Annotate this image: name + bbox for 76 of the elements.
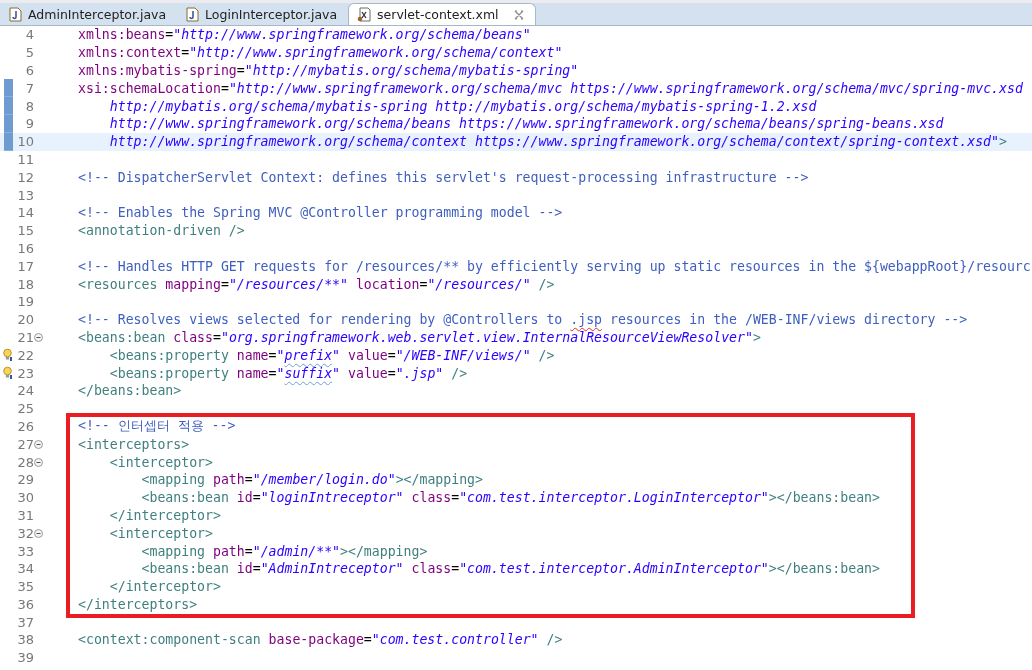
line-number: 36 (16, 596, 34, 612)
code-line: <interceptor> (108, 454, 213, 470)
code-line: xmlns:mybatis-spring="http://mybatis.org/schema/mybatis-spring" (78, 63, 579, 78)
line-number: 38 (16, 632, 34, 648)
java-file-icon (186, 7, 200, 22)
line-number: 17 (16, 258, 34, 274)
code-line: <!-- Resolves views selected for rendering by @Controllers to .jsp resources in the /WEB-INF/views directory --> (78, 312, 968, 328)
line-number: 10 (16, 134, 34, 150)
collapse-icon[interactable] (34, 528, 43, 538)
line-number: 14 (16, 205, 34, 221)
line-number: 6 (24, 63, 34, 78)
editor-tab[interactable]: LoginInterceptor.java (177, 3, 349, 25)
line-number: 39 (16, 650, 34, 666)
line-number: 20 (16, 312, 34, 328)
java-file-icon (9, 7, 22, 22)
code-line: </interceptor> (108, 579, 221, 595)
code-line: <resources mapping="/resources/**" location="/resources/" /> (78, 276, 555, 292)
line-number: 19 (16, 294, 34, 310)
line-number: 30 (16, 490, 34, 506)
code-line: <annotation-driven /> (78, 223, 245, 239)
code-line: </interceptors> (78, 596, 198, 612)
line-number: 9 (24, 116, 34, 132)
line-number: 7 (24, 80, 34, 96)
code-line: <context:component-scan base-package="com.test.controller" /> (78, 632, 563, 648)
line-number: 4 (24, 27, 34, 43)
code-line: <mapping path="/member/login.do"></mapping> (140, 472, 483, 488)
code-line: http://www.springframework.org/schema/context https://www.springframework.org/schema/context/spring-context.xsd"> (108, 134, 1007, 150)
code-line: <interceptor> (108, 525, 213, 541)
line-number: 23 (16, 365, 34, 381)
code-comment: <!-- 인터셉터 적용 --> (78, 417, 236, 436)
line-number: 8 (24, 98, 34, 114)
code-line: http://mybatis.org/schema/mybatis-spring http://mybatis.org/schema/mybatis-spring-1.2.xsd (108, 98, 817, 114)
line-number: 25 (16, 401, 34, 417)
code-line: </interceptor> (108, 507, 221, 523)
code-line: http://www.springframework.org/schema/beans https://www.springframework.org/schema/beans/spring-beans.xsd (108, 116, 944, 132)
line-number: 15 (16, 223, 34, 239)
code-line: <beans:bean class="org.springframework.web.servlet.view.InternalResourceViewResolver"> (78, 329, 761, 345)
code-line: <beans:bean id="AdminIntreceptor" class="com.test.interceptor.AdminInterceptor"></beans:bean> (140, 561, 880, 577)
code-line: xsi:schemaLocation="http://www.springframework.org/schema/mvc https://www.springframework.org/schema/mvc/spring-mvc.xsd (78, 80, 1023, 96)
code-comment: <!-- Handles HTTP GET requests for /resources/** by efficiently serving up static resources in the ${webappRoot}/resourc (78, 258, 1031, 274)
line-number: 33 (16, 543, 34, 559)
line-number: 37 (16, 614, 34, 630)
code-line: <beans:property name="prefix" value="/WEB-INF/views/" /> (108, 347, 555, 363)
line-number: 22 (16, 347, 34, 363)
line-number: 29 (16, 472, 34, 488)
line-number: 26 (16, 418, 34, 434)
code-line: <mapping path="/admin/**"></mapping> (140, 543, 428, 559)
line-number: 31 (16, 507, 34, 523)
code-line: xmlns:context="http://www.springframework.org/schema/context" (78, 45, 563, 61)
line-number: 32 (16, 525, 34, 541)
code-line: <beans:bean id="loginIntreceptor" class="com.test.interceptor.LoginInterceptor"></beans:bean> (140, 490, 880, 506)
code-comment: <!-- DispatcherServlet Context: defines this servlet's request-processing infrastructure --> (78, 169, 809, 185)
line-number: 5 (24, 45, 34, 61)
close-icon[interactable] (512, 8, 525, 21)
code-comment: <!-- Enables the Spring MVC @Controller programming model --> (78, 205, 563, 221)
line-number: 12 (16, 169, 34, 185)
code-line: </beans:bean> (78, 383, 182, 399)
collapse-icon[interactable] (34, 332, 43, 342)
line-number: 28 (16, 454, 34, 470)
line-number: 13 (16, 187, 34, 203)
editor-tab[interactable]: servlet-context.xml (348, 3, 536, 25)
line-number: 18 (16, 276, 34, 292)
line-number: 21 (16, 329, 34, 345)
collapse-icon[interactable] (34, 457, 43, 467)
xml-file-icon (357, 7, 372, 22)
code-line: <interceptors> (78, 436, 190, 452)
line-number: 27 (16, 436, 34, 452)
line-number: 34 (16, 561, 34, 577)
code-line: <beans:property name="suffix" value=".jsp" /> (108, 365, 468, 381)
collapse-icon[interactable] (34, 439, 43, 449)
line-number: 11 (16, 151, 34, 167)
line-number: 35 (16, 579, 34, 595)
line-number: 24 (16, 383, 34, 399)
editor-tab[interactable]: AdminInterceptor.java (0, 3, 178, 25)
line-number: 16 (16, 240, 34, 256)
code-line: xmlns:beans="http://www.springframework.org/schema/beans" (78, 27, 531, 43)
